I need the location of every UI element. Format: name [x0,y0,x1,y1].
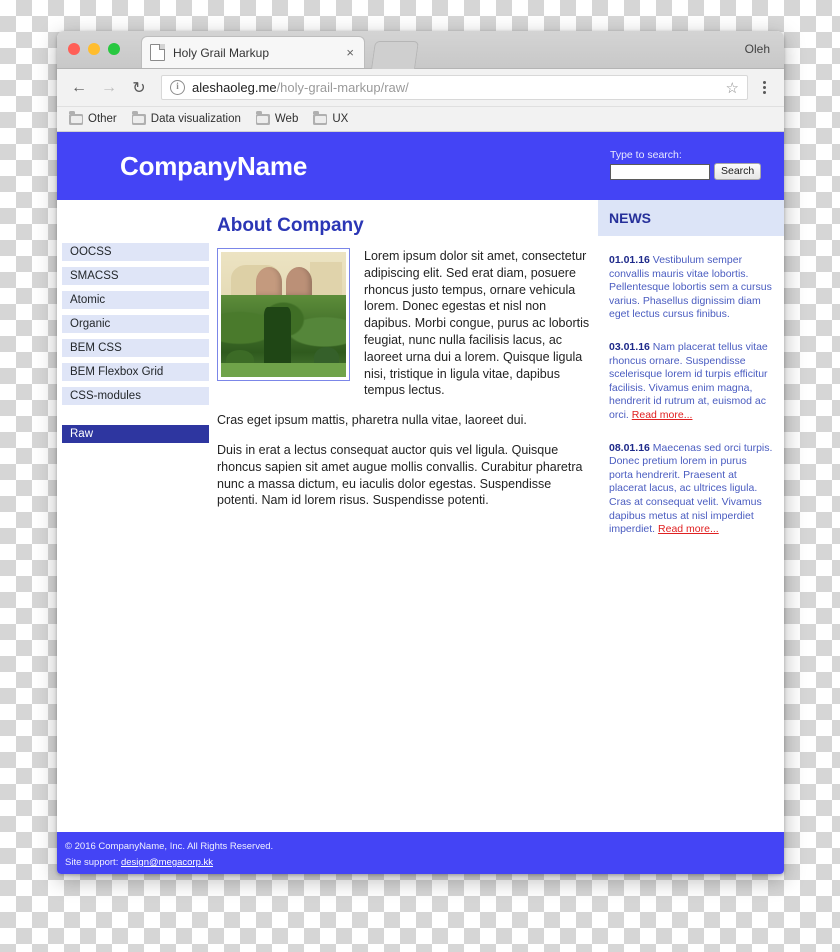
news-item: 01.01.16 Vestibulum semper convallis mau… [609,254,773,322]
maximize-window-button[interactable] [108,43,120,55]
url-path: /holy-grail-markup/raw/ [276,80,409,95]
news-date: 03.01.16 [609,340,650,353]
bookmark-label: UX [332,113,349,125]
bookmark-star-icon[interactable]: ☆ [726,79,739,97]
site-footer: © 2016 CompanyName, Inc. All Rights Rese… [57,832,784,874]
sidebar-item-css-modules[interactable]: CSS-modules [62,387,209,405]
article-paragraph: Duis in erat a lectus consequat auctor q… [217,442,583,508]
sidebar-item-raw[interactable]: Raw [62,425,209,443]
forward-icon[interactable]: → [97,76,121,100]
folder-icon [313,111,328,125]
folder-icon [69,111,83,125]
profile-name[interactable]: Oleh [745,42,770,56]
sidebar-item-organic[interactable]: Organic [62,315,209,333]
browser-toolbar: ← → ↻ i aleshaoleg.me /holy-grail-markup… [57,69,784,107]
search-block: Type to search: Search [610,149,780,180]
new-tab-button[interactable] [371,41,419,69]
news-item: 08.01.16 Maecenas sed orci turpis. Donec… [609,442,773,537]
page-body: OOCSS SMACSS Atomic Organic BEM CSS BEM … [57,200,784,832]
page-title: About Company [217,215,364,236]
window-controls [68,43,120,55]
bookmark-other[interactable]: Other [69,111,117,125]
nav-separator [62,411,209,425]
folder-icon [255,111,270,125]
search-button[interactable]: Search [714,163,762,180]
read-more-link[interactable]: Read more... [658,523,719,535]
news-item: 03.01.16 Nam placerat tellus vitae rhonc… [609,341,773,423]
footer-support-label: Site support: [65,857,119,868]
url-host: aleshaoleg.me [192,80,277,95]
bookmark-ux[interactable]: UX [313,111,349,125]
main-content: About Company Lorem ipsum dolor sit amet… [217,200,592,522]
search-label: Type to search: [610,149,682,161]
browser-menu-icon[interactable] [754,81,774,94]
news-date: 08.01.16 [609,441,650,454]
site-header: CompanyName Type to search: Search [57,132,784,200]
page-icon [150,44,165,61]
bookmark-label: Web [274,113,299,125]
close-window-button[interactable] [68,43,80,55]
tab-title: Holy Grail Markup [173,45,270,60]
news-heading: NEWS [598,200,784,236]
back-icon[interactable]: ← [67,76,91,100]
search-input[interactable] [610,163,710,180]
browser-tab[interactable]: Holy Grail Markup × [141,36,365,68]
sidebar-item-oocss[interactable]: OOCSS [62,243,209,261]
bookmark-web[interactable]: Web [255,111,299,125]
article-image [217,248,350,381]
folder-icon [131,111,146,125]
web-page: CompanyName Type to search: Search OOCSS… [57,132,784,874]
news-list: 01.01.16 Vestibulum semper convallis mau… [598,236,784,537]
sidebar-item-bem-css[interactable]: BEM CSS [62,339,209,357]
bookmark-label: Other [88,113,117,125]
bookmark-bar: Other Data visualization Web UX [57,107,784,132]
tab-strip: Holy Grail Markup × Oleh [57,31,784,69]
browser-window: Holy Grail Markup × Oleh ← → ↻ i aleshao… [57,31,784,874]
news-text: Maecenas sed orci turpis. Donec pretium … [609,441,773,536]
close-icon[interactable]: × [344,46,356,59]
news-sidebar: NEWS 01.01.16 Vestibulum semper convalli… [598,200,784,556]
footer-support: Site support: design@megacorp.kk [65,855,784,871]
reload-icon[interactable]: ↻ [127,76,151,100]
bookmark-data-visualization[interactable]: Data visualization [131,111,241,125]
sidebar-item-atomic[interactable]: Atomic [62,291,209,309]
sidebar-item-smacss[interactable]: SMACSS [62,267,209,285]
sidebar-item-bem-flexbox-grid[interactable]: BEM Flexbox Grid [62,363,209,381]
minimize-window-button[interactable] [88,43,100,55]
bookmark-label: Data visualization [150,113,241,125]
support-email-link[interactable]: design@megacorp.kk [121,857,213,868]
read-more-link[interactable]: Read more... [632,409,693,421]
address-bar[interactable]: i aleshaoleg.me /holy-grail-markup/raw/ … [161,75,748,100]
news-date: 01.01.16 [609,254,650,266]
site-brand[interactable]: CompanyName [120,151,307,182]
info-icon[interactable]: i [170,80,185,95]
article-paragraph: Cras eget ipsum mattis, pharetra nulla v… [217,413,527,428]
resort-garden-photo [221,252,346,377]
footer-copyright: © 2016 CompanyName, Inc. All Rights Rese… [65,841,274,852]
left-sidebar-nav: OOCSS SMACSS Atomic Organic BEM CSS BEM … [62,243,209,449]
